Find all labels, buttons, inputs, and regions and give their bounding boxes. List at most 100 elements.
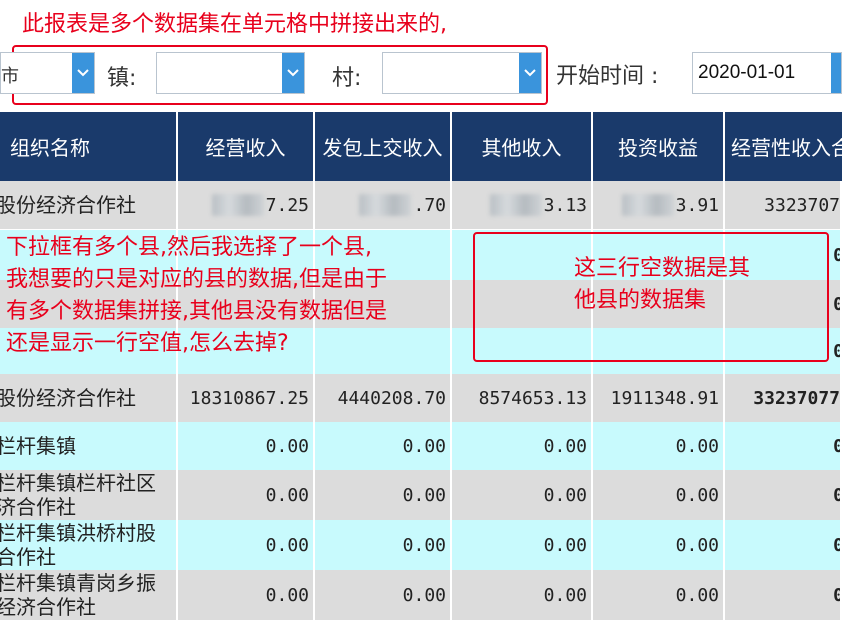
row-value-text: 0.00 bbox=[402, 534, 446, 556]
row-value-text: 0.00 bbox=[543, 435, 587, 457]
village-select[interactable] bbox=[382, 52, 542, 94]
start-date-input[interactable]: 2020-01-01 bbox=[692, 52, 842, 94]
row-value-text: 0.00 bbox=[543, 534, 587, 556]
table-row: 栏杆集镇洪桥村股合作社 0.00 0.00 0.00 0.00 0 bbox=[0, 520, 842, 570]
chevron-down-icon[interactable] bbox=[72, 53, 94, 93]
row-value: 0.00 bbox=[593, 422, 725, 470]
row-value-text: 0.00 bbox=[543, 584, 587, 606]
row-org-name-text: 栏杆集镇青岗乡振经济合作社 bbox=[0, 571, 156, 619]
row-value-text: 0.00 bbox=[402, 435, 446, 457]
column-header: 发包上交收入 bbox=[315, 112, 450, 181]
row-value: 8574653.13 bbox=[452, 374, 593, 422]
row-org-name: 栏杆集镇青岗乡振经济合作社 bbox=[0, 570, 178, 620]
row-value: 3323707 bbox=[725, 181, 842, 229]
redacted-value bbox=[621, 194, 674, 216]
row-value: 1911348.91 bbox=[593, 374, 725, 422]
row-value-text: 0.00 bbox=[265, 484, 309, 506]
row-value: 0.00 bbox=[315, 520, 452, 570]
row-value-text: 0 bbox=[833, 585, 840, 606]
row-value: 0.00 bbox=[593, 520, 725, 570]
table-row: 股份经济合作社 7.25 .70 3.13 3.91 3323707 bbox=[0, 181, 842, 229]
row-value: 0.00 bbox=[452, 470, 593, 520]
row-value: 0.00 bbox=[315, 570, 452, 620]
row-value-text: 0 bbox=[833, 245, 840, 266]
row-value: 0 bbox=[725, 570, 842, 620]
left-annotation-line: 下拉框有多个县,然后我选择了一个县, bbox=[6, 235, 372, 260]
row-value: 0.00 bbox=[178, 422, 315, 470]
column-header: 经营收入 bbox=[178, 112, 313, 181]
left-annotation-line: 我想要的只是对应的县的数据,但是由于 bbox=[6, 267, 387, 292]
row-value: 0.00 bbox=[178, 570, 315, 620]
row-value: 18310867.25 bbox=[178, 374, 315, 422]
row-value: 0.00 bbox=[452, 570, 593, 620]
redacted-value bbox=[359, 194, 412, 216]
left-annotation-line: 还是显示一行空值,怎么去掉? bbox=[6, 331, 289, 356]
row-value: 0.00 bbox=[593, 570, 725, 620]
row-value: 0.00 bbox=[315, 422, 452, 470]
row-org-name-text: 栏杆集镇 bbox=[0, 434, 76, 458]
row-org-name: 栏杆集镇洪桥村股合作社 bbox=[0, 520, 178, 570]
table-row: 栏杆集镇青岗乡振经济合作社 0.00 0.00 0.00 0.00 0 bbox=[0, 570, 842, 620]
row-org-name: 栏杆集镇栏杆社区济合作社 bbox=[0, 470, 178, 520]
row-value-text: 8574653.13 bbox=[478, 387, 587, 409]
left-annotation: 下拉框有多个县,然后我选择了一个县, 我想要的只是对应的县的数据,但是由于 有多… bbox=[6, 232, 466, 360]
row-value-text: 0.00 bbox=[402, 584, 446, 606]
row-value: .70 bbox=[315, 181, 452, 229]
row-value: 0.00 bbox=[452, 422, 593, 470]
row-value-text: 0.00 bbox=[675, 435, 719, 457]
calendar-icon[interactable] bbox=[831, 53, 841, 93]
row-value-text: 0 bbox=[833, 341, 840, 362]
row-value-text: 0 bbox=[833, 294, 840, 315]
row-value: 7.25 bbox=[178, 181, 315, 229]
row-value-text: 0.00 bbox=[675, 584, 719, 606]
row-value: 3.13 bbox=[452, 181, 593, 229]
table-row: 栏杆集镇栏杆社区济合作社 0.00 0.00 0.00 0.00 0 bbox=[0, 470, 842, 520]
village-label: 村: bbox=[332, 66, 362, 91]
column-header: 组织名称 bbox=[0, 112, 176, 181]
town-select[interactable] bbox=[156, 52, 305, 94]
chevron-down-icon[interactable] bbox=[282, 53, 304, 93]
row-value-text: 0 bbox=[833, 436, 840, 457]
row-value: 0.00 bbox=[178, 470, 315, 520]
chevron-down-icon[interactable] bbox=[519, 53, 541, 93]
row-value-text: 0 bbox=[833, 485, 840, 506]
row-value: 0.00 bbox=[315, 470, 452, 520]
row-org-name-text: 股份经济合作社 bbox=[0, 386, 136, 410]
redacted-value bbox=[211, 194, 264, 216]
row-value-text: 0.00 bbox=[265, 435, 309, 457]
row-value: 3.91 bbox=[593, 181, 725, 229]
redacted-value bbox=[489, 194, 542, 216]
row-org-name-text: 股份经济合作社 bbox=[0, 193, 136, 217]
row-value-text: 4440208.70 bbox=[337, 387, 446, 409]
start-date-value: 2020-01-01 bbox=[698, 62, 796, 83]
table-header: 组织名称 经营收入 发包上交收入 其他收入 投资收益 经营性收入合 bbox=[0, 112, 842, 181]
row-value-text: 1911348.91 bbox=[610, 387, 719, 409]
table-row: 股份经济合作社 18310867.25 4440208.70 8574653.13 19… bbox=[0, 374, 842, 422]
start-time-label: 开始时间 : bbox=[556, 64, 659, 89]
row-value-text: 0 bbox=[833, 535, 840, 556]
column-header: 经营性收入合 bbox=[725, 112, 842, 181]
row-org-name-text: 栏杆集镇洪桥村股合作社 bbox=[0, 521, 156, 569]
empty-rows-annotation: 这三行空数据是其 他县的数据集 bbox=[574, 253, 750, 317]
empty-rows-annotation-line: 他县的数据集 bbox=[574, 288, 707, 313]
row-value-text: 7.25 bbox=[265, 194, 309, 216]
row-value-text: 0.00 bbox=[543, 484, 587, 506]
row-value: 0 bbox=[725, 422, 842, 470]
column-header: 其他收入 bbox=[452, 112, 591, 181]
city-select[interactable]: 市 bbox=[0, 52, 95, 94]
row-value: 0 bbox=[725, 520, 842, 570]
row-value-text: 0.00 bbox=[675, 484, 719, 506]
row-value: 0.00 bbox=[593, 470, 725, 520]
row-value-text: 18310867.25 bbox=[189, 387, 309, 409]
row-org-name: 栏杆集镇 bbox=[0, 422, 178, 470]
row-value-text: 0.00 bbox=[265, 534, 309, 556]
filter-bar: 此报表是多个数据集在单元格中拼接出来的, 市 镇: 村: 开始时间 : 2020… bbox=[0, 0, 842, 112]
row-value-text: 0.00 bbox=[402, 484, 446, 506]
row-value: 0 bbox=[725, 470, 842, 520]
row-value-text: 33237077 bbox=[753, 387, 840, 409]
left-annotation-line: 有多个数据集拼接,其他县没有数据但是 bbox=[6, 299, 387, 324]
row-value-text: 3323707 bbox=[764, 194, 840, 216]
row-value: 4440208.70 bbox=[315, 374, 452, 422]
column-header: 投资收益 bbox=[593, 112, 723, 181]
town-label: 镇: bbox=[107, 66, 137, 91]
